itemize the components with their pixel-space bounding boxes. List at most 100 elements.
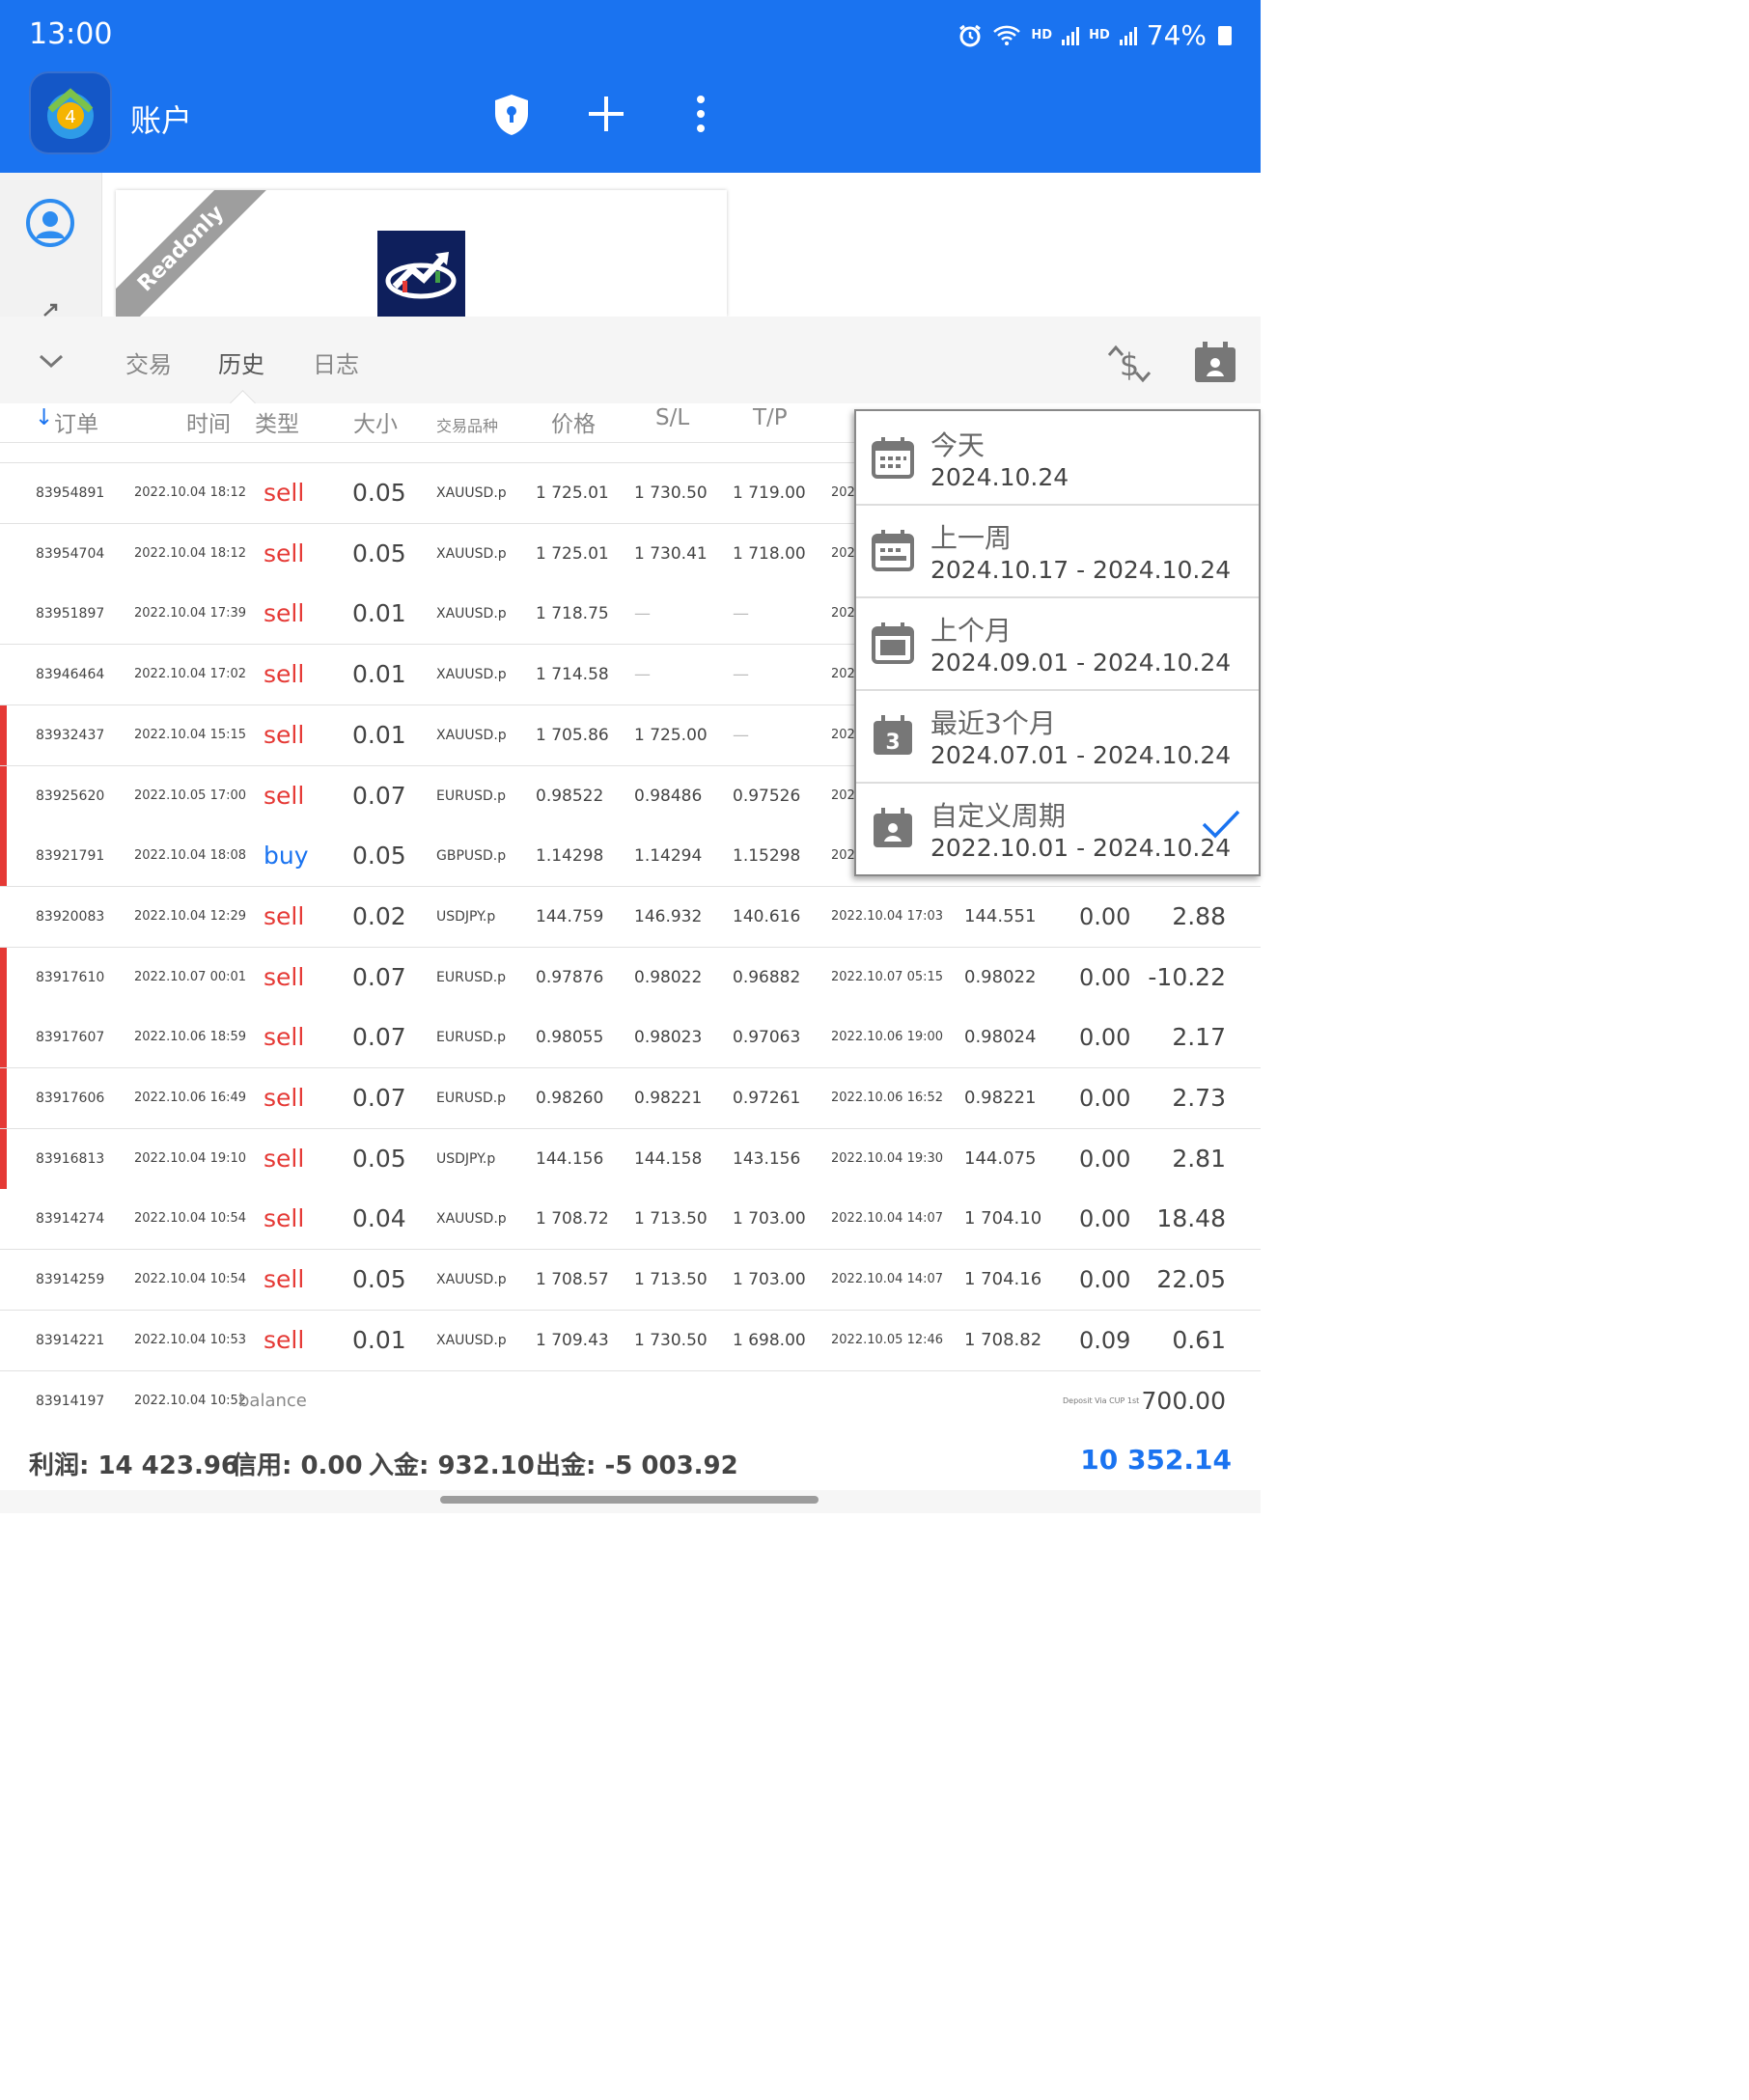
add-icon[interactable] (587, 95, 625, 133)
header-size[interactable]: 大小 (353, 405, 398, 438)
cell-close-time: 2022.10.04 17:03 (831, 909, 944, 924)
header-tp[interactable]: T/P (753, 405, 788, 430)
network-hd-label-2: HD (1089, 28, 1110, 42)
cell-sl: — (634, 604, 651, 623)
login-arrow-icon[interactable] (42, 302, 71, 317)
cell-order: 83917610 (36, 970, 105, 985)
cell-time: 2022.10.04 18:08 (134, 848, 247, 863)
home-gesture-handle[interactable] (440, 1496, 819, 1504)
period-option-title: 上个月 (930, 615, 1013, 647)
cell-price: 0.98055 (536, 1028, 604, 1047)
cell-swap: 0.00 (1079, 1085, 1131, 1112)
header-price[interactable]: 价格 (551, 405, 596, 438)
cell-type: sell (264, 479, 305, 507)
cell-close-time: 2022.10.04 19:30 (831, 1151, 944, 1166)
cell-type: sell (264, 599, 305, 627)
table-row[interactable]: 83914221 2022.10.04 10:53 sell 0.01 XAUUSD.p… (0, 1311, 1261, 1371)
broker-logo (377, 231, 465, 317)
header-order[interactable]: 订单 (54, 405, 98, 438)
cell-order: 83917606 (36, 1091, 105, 1106)
table-row[interactable]: 83914259 2022.10.04 10:54 sell 0.05 XAUUSD.p… (0, 1250, 1261, 1311)
cell-size: 0.01 (352, 599, 406, 627)
chevron-down-icon[interactable] (39, 353, 64, 369)
cell-time: 2022.10.07 00:01 (134, 970, 247, 984)
cell-tp: 1.15298 (733, 846, 801, 866)
dollar-exchange-icon[interactable]: $ (1106, 342, 1152, 386)
calendar-icon (872, 437, 914, 479)
period-option-range: 2024.10.24 (930, 463, 1069, 491)
cell-order: 83921791 (36, 848, 105, 864)
period-option-custom[interactable]: 自定义周期 2022.10.01 - 2024.10.24 (856, 782, 1259, 874)
cell-price: 144.759 (536, 907, 604, 926)
period-option-last-3-months[interactable]: 3 最近3个月 2024.07.01 - 2024.10.24 (856, 689, 1259, 784)
cell-comment: Deposit Via CUP 1st (1063, 1396, 1140, 1405)
checkmark-icon (1202, 810, 1240, 839)
footer-deposit: 入金: 932.10 (369, 1451, 535, 1480)
cell-symbol: XAUUSD.p (436, 1333, 507, 1348)
cell-sl: 1 730.41 (634, 544, 708, 564)
tab-journal[interactable]: 日志 (313, 345, 359, 379)
cell-time: 2022.10.04 10:52 (134, 1394, 247, 1408)
cell-type: sell (264, 1326, 305, 1354)
calendar-month-icon (872, 622, 914, 664)
cell-type: buy (264, 842, 309, 870)
period-option-last-week[interactable]: 上一周 2024.10.17 - 2024.10.24 (856, 504, 1259, 598)
cell-price: 1 709.43 (536, 1331, 609, 1350)
cell-symbol: XAUUSD.p (436, 546, 507, 562)
tab-history[interactable]: 历史 (218, 345, 264, 379)
footer-withdrawal: 出金: -5 003.92 (536, 1451, 738, 1480)
table-row[interactable]: 83917606 2022.10.06 16:49 sell 0.07 EURUSD.p… (0, 1068, 1261, 1129)
period-option-title: 今天 (930, 429, 986, 461)
period-option-range: 2022.10.01 - 2024.10.24 (930, 834, 1232, 862)
account-avatar-icon[interactable] (25, 198, 75, 248)
cell-size: 0.04 (352, 1204, 406, 1232)
cell-type: sell (264, 1265, 305, 1293)
table-row-balance[interactable]: 83914197 2022.10.04 10:52 balance Deposit V… (0, 1371, 1261, 1432)
header-sl[interactable]: S/L (655, 405, 689, 430)
table-row[interactable]: 83917610 2022.10.07 00:01 sell 0.07 EURUSD.p… (0, 948, 1261, 1009)
tab-trade[interactable]: 交易 (125, 345, 172, 379)
table-row[interactable]: 83916813 2022.10.04 19:10 sell 0.05 USDJPY.p… (0, 1129, 1261, 1190)
cell-time: 2022.10.04 15:15 (134, 728, 247, 742)
cell-tp: 1 703.00 (733, 1209, 806, 1229)
cell-price: 1 718.75 (536, 604, 609, 623)
calendar-period-icon[interactable] (1193, 340, 1237, 384)
page-title: 账户 (130, 102, 193, 139)
cell-sl: 0.98486 (634, 787, 703, 806)
cell-symbol: XAUUSD.p (436, 1211, 507, 1227)
account-card[interactable]: Readonly (116, 190, 727, 317)
header-type[interactable]: 类型 (255, 405, 299, 438)
header-symbol[interactable]: 交易品种 (436, 413, 498, 436)
cell-close-price: 1 704.10 (964, 1208, 1042, 1229)
cell-time: 2022.10.04 17:39 (134, 606, 247, 621)
calendar-3-label: 3 (885, 731, 900, 755)
cell-sl: 144.158 (634, 1149, 703, 1169)
broker-logo-icon (385, 252, 457, 299)
shield-icon[interactable] (492, 93, 531, 137)
cell-price: 1 708.72 (536, 1209, 609, 1229)
cell-sl: 0.98023 (634, 1028, 703, 1047)
cell-type: sell (264, 963, 305, 991)
more-options-icon[interactable] (693, 95, 708, 133)
cell-swap: 0.00 (1079, 903, 1131, 930)
sort-arrow-icon[interactable]: ↓ (35, 405, 53, 430)
cell-time: 2022.10.04 10:54 (134, 1272, 247, 1286)
period-option-last-month[interactable]: 上个月 2024.09.01 - 2024.10.24 (856, 596, 1259, 691)
cell-size: 0.07 (352, 963, 406, 991)
app-logo[interactable]: 4 (29, 71, 112, 154)
cell-profit: 18.48 (1156, 1204, 1226, 1232)
status-time: 13:00 (29, 17, 113, 51)
header-time[interactable]: 时间 (186, 405, 231, 438)
table-row[interactable]: 83920083 2022.10.04 12:29 sell 0.02 USDJPY.p… (0, 887, 1261, 948)
period-menu: 今天 2024.10.24 上一周 2024.10.17 - 2024.10.2… (854, 409, 1261, 876)
cell-close-price: 1 704.16 (964, 1269, 1042, 1289)
period-option-today[interactable]: 今天 2024.10.24 (856, 411, 1259, 506)
row-flag (0, 948, 7, 1008)
table-row[interactable]: 83917607 2022.10.06 18:59 sell 0.07 EURUSD.p… (0, 1008, 1261, 1068)
table-row[interactable]: 83914274 2022.10.04 10:54 sell 0.04 XAUUSD.p… (0, 1189, 1261, 1250)
cell-size: 0.01 (352, 660, 406, 688)
alarm-icon (959, 24, 982, 46)
cell-symbol: EURUSD.p (436, 1030, 507, 1045)
cell-time: 2022.10.04 18:12 (134, 485, 247, 500)
readonly-ribbon: Readonly (116, 190, 277, 317)
